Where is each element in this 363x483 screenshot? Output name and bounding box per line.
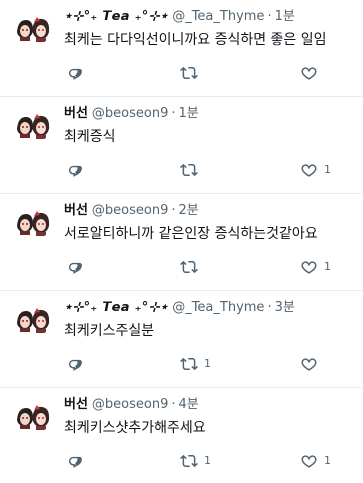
display-name[interactable]: ⋆⊹°₊ 𝙏𝙚𝙖 ₊°⊹⋆ <box>64 299 168 317</box>
tweet-feed: ⋆⊹°₊ 𝙏𝙚𝙖 ₊°⊹⋆ @_Tea_Thyme · 1분 최케는 다다익선이… <box>0 0 363 483</box>
tweet-header: ⋆⊹°₊ 𝙏𝙚𝙖 ₊°⊹⋆ @_Tea_Thyme · 3분 <box>64 299 355 317</box>
retweet-icon <box>180 357 198 371</box>
tweet-text: 서로알티하니까 같은인장 증식하는것같아요 <box>64 226 318 242</box>
timestamp[interactable]: 1분 <box>275 8 295 26</box>
tweet[interactable]: ⋆⊹°₊ 𝙏𝙚𝙖 ₊°⊹⋆ @_Tea_Thyme · 3분 최케키스주실분 1 <box>0 291 363 388</box>
like-button[interactable]: 1 <box>300 159 331 181</box>
avatar[interactable] <box>14 8 52 46</box>
like-count: 1 <box>324 163 331 176</box>
like-button[interactable] <box>300 353 324 375</box>
separator: · <box>171 397 176 412</box>
tweet-text: 최케증식 <box>64 129 116 145</box>
reply-icon <box>69 262 82 274</box>
tweet-text: 최케는 다다익선이니까요 증식하면 좋은 일임 <box>64 32 327 48</box>
separator: · <box>171 203 176 218</box>
tweet[interactable]: 버선 @beoseon9 · 1분 최케증식 1 <box>0 97 363 194</box>
like-count: 1 <box>324 260 331 273</box>
avatar[interactable] <box>14 105 52 143</box>
username[interactable]: @beoseon9 <box>92 105 168 123</box>
retweet-button[interactable] <box>180 256 204 278</box>
timestamp[interactable]: 4분 <box>179 396 199 414</box>
tweet-actions: 1 1 <box>64 450 349 472</box>
tweet-actions: 1 <box>64 256 349 278</box>
retweet-button[interactable]: 1 <box>180 450 211 472</box>
username[interactable]: @_Tea_Thyme <box>172 299 264 317</box>
retweet-icon <box>180 163 198 177</box>
avatar[interactable] <box>14 396 52 434</box>
username[interactable]: @_Tea_Thyme <box>172 8 264 26</box>
username[interactable]: @beoseon9 <box>92 396 168 414</box>
like-button[interactable] <box>300 62 324 84</box>
avatar[interactable] <box>14 299 52 337</box>
heart-icon <box>301 164 317 177</box>
retweet-count: 1 <box>204 357 211 370</box>
avatar[interactable] <box>14 202 52 240</box>
duo-characters-avatar-icon <box>14 299 52 337</box>
display-name[interactable]: 버선 <box>64 105 88 123</box>
duo-characters-avatar-icon <box>14 105 52 143</box>
display-name[interactable]: 버선 <box>64 396 88 414</box>
retweet-button[interactable] <box>180 62 204 84</box>
like-button[interactable]: 1 <box>300 450 331 472</box>
username[interactable]: @beoseon9 <box>92 202 168 220</box>
separator: · <box>171 106 176 121</box>
reply-button[interactable] <box>66 62 90 84</box>
duo-characters-avatar-icon <box>14 8 52 46</box>
heart-icon <box>301 67 317 80</box>
tweet-actions: 1 <box>64 353 349 375</box>
tweet[interactable]: 버선 @beoseon9 · 4분 최케키스샷추가해주세요 1 1 <box>0 388 363 483</box>
timestamp[interactable]: 1분 <box>179 105 199 123</box>
like-button[interactable]: 1 <box>300 256 331 278</box>
reply-icon <box>69 68 82 80</box>
tweet-text: 최케키스주실분 <box>64 323 155 339</box>
tweet-text: 최케키스샷추가해주세요 <box>64 420 206 436</box>
reply-icon <box>69 359 82 371</box>
reply-button[interactable] <box>66 256 90 278</box>
timestamp[interactable]: 2분 <box>179 202 199 220</box>
heart-icon <box>301 358 317 371</box>
retweet-button[interactable]: 1 <box>180 353 211 375</box>
timestamp[interactable]: 3분 <box>275 299 295 317</box>
tweet-header: 버선 @beoseon9 · 2분 <box>64 202 355 220</box>
reply-button[interactable] <box>66 159 90 181</box>
retweet-icon <box>180 66 198 80</box>
retweet-count: 1 <box>204 454 211 467</box>
duo-characters-avatar-icon <box>14 202 52 240</box>
tweet[interactable]: ⋆⊹°₊ 𝙏𝙚𝙖 ₊°⊹⋆ @_Tea_Thyme · 1분 최케는 다다익선이… <box>0 0 363 97</box>
reply-button[interactable] <box>66 353 90 375</box>
tweet-header: 버선 @beoseon9 · 1분 <box>64 105 355 123</box>
tweet-header: 버선 @beoseon9 · 4분 <box>64 396 355 414</box>
display-name[interactable]: 버선 <box>64 202 88 220</box>
heart-icon <box>301 261 317 274</box>
retweet-icon <box>180 260 198 274</box>
reply-button[interactable] <box>66 450 90 472</box>
tweet-actions <box>64 62 349 84</box>
duo-characters-avatar-icon <box>14 396 52 434</box>
reply-icon <box>69 165 82 177</box>
separator: · <box>267 300 272 315</box>
reply-icon <box>69 456 82 468</box>
retweet-icon <box>180 454 198 468</box>
display-name[interactable]: ⋆⊹°₊ 𝙏𝙚𝙖 ₊°⊹⋆ <box>64 8 168 26</box>
tweet[interactable]: 버선 @beoseon9 · 2분 서로알티하니까 같은인장 증식하는것같아요 … <box>0 194 363 291</box>
heart-icon <box>301 455 317 468</box>
tweet-header: ⋆⊹°₊ 𝙏𝙚𝙖 ₊°⊹⋆ @_Tea_Thyme · 1분 <box>64 8 355 26</box>
tweet-actions: 1 <box>64 159 349 181</box>
like-count: 1 <box>324 454 331 467</box>
separator: · <box>267 9 272 24</box>
retweet-button[interactable] <box>180 159 204 181</box>
